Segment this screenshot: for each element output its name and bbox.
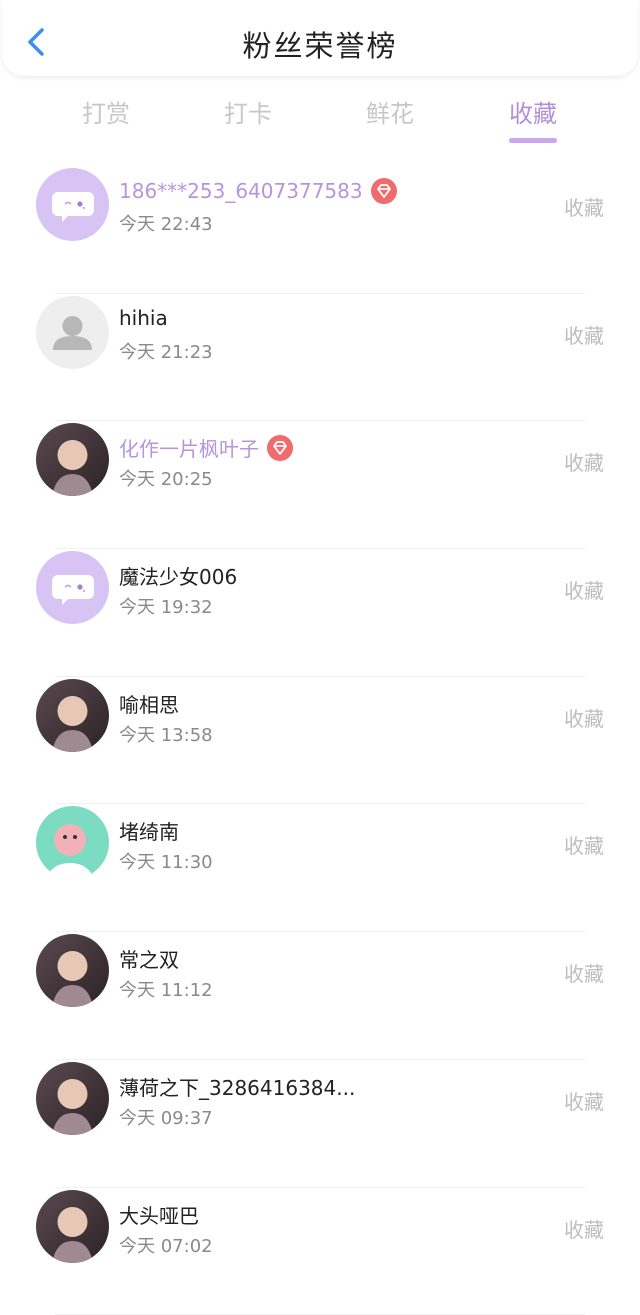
fan-name-row: 大头哑巴: [119, 1200, 199, 1229]
diamond-vip-icon: [267, 435, 293, 461]
fan-row[interactable]: 化作一片枫叶子今天 20:25 收藏: [0, 421, 640, 549]
fan-row[interactable]: hihia 今天 21:23 收藏: [0, 294, 640, 422]
fan-time: 今天 07:02: [119, 1232, 213, 1258]
tab-flowers[interactable]: 鲜花: [340, 94, 440, 129]
avatar[interactable]: [36, 423, 109, 496]
favorite-action-label: 收藏: [564, 1214, 604, 1243]
fan-name: 薄荷之下_3286416384...: [119, 1072, 355, 1101]
tab-favorites[interactable]: 收藏: [483, 94, 583, 129]
favorite-action-label: 收藏: [564, 320, 604, 349]
fan-row[interactable]: 薄荷之下_3286416384... 今天 09:37 收藏: [0, 1060, 640, 1188]
fan-name-row: 化作一片枫叶子: [119, 433, 293, 462]
fan-time: 今天 09:37: [119, 1104, 213, 1130]
fan-time: 今天 22:43: [119, 210, 213, 236]
fan-name-row: hihia: [119, 306, 168, 330]
tab-checkin[interactable]: 打卡: [198, 94, 298, 129]
fan-row[interactable]: 大头哑巴今天 07:02 收藏: [0, 1188, 640, 1315]
favorite-action-label: 收藏: [564, 703, 604, 732]
fan-name: 大头哑巴: [119, 1200, 199, 1229]
fan-name: 魔法少女006: [119, 561, 237, 590]
fan-row[interactable]: 堵绮南今天 11:30 收藏: [0, 804, 640, 932]
fan-name: 186***253_6407377583: [119, 179, 363, 203]
avatar[interactable]: [36, 296, 109, 369]
fan-time: 今天 21:23: [119, 338, 213, 364]
favorite-action-label: 收藏: [564, 192, 604, 221]
avatar[interactable]: [36, 934, 109, 1007]
fan-row[interactable]: 喻相思今天 13:58 收藏: [0, 677, 640, 805]
avatar[interactable]: [36, 679, 109, 752]
fan-name-row: 喻相思: [119, 689, 179, 718]
fan-name: 化作一片枫叶子: [119, 433, 259, 462]
fan-time: 今天 11:30: [119, 848, 213, 874]
fan-time: 今天 11:12: [119, 976, 213, 1002]
fan-name-row: 薄荷之下_3286416384...: [119, 1072, 355, 1101]
fan-name-row: 魔法少女006: [119, 561, 237, 590]
fan-name: 堵绮南: [119, 816, 179, 845]
avatar[interactable]: [36, 551, 109, 624]
tab-reward[interactable]: 打赏: [56, 94, 156, 129]
fan-row[interactable]: 常之双今天 11:12 收藏: [0, 932, 640, 1060]
active-tab-indicator: [509, 138, 557, 143]
fan-time: 今天 13:58: [119, 721, 213, 747]
avatar[interactable]: [36, 168, 109, 241]
favorite-action-label: 收藏: [564, 830, 604, 859]
favorite-action-label: 收藏: [564, 447, 604, 476]
fan-name: 常之双: [119, 944, 179, 973]
avatar[interactable]: [36, 1062, 109, 1135]
fan-row[interactable]: 186***253_6407377583 今天 22:43 收藏: [0, 166, 640, 294]
fan-time: 今天 19:32: [119, 593, 213, 619]
avatar[interactable]: [36, 806, 109, 879]
fan-name-row: 常之双: [119, 944, 179, 973]
fan-name: 喻相思: [119, 689, 179, 718]
tab-bar: 打赏 打卡 鲜花 收藏: [0, 94, 640, 150]
fan-name-row: 堵绮南: [119, 816, 179, 845]
diamond-vip-icon: [371, 178, 397, 204]
avatar[interactable]: [36, 1190, 109, 1263]
favorite-action-label: 收藏: [564, 958, 604, 987]
top-bar: 粉丝荣誉榜: [2, 0, 638, 76]
fan-name-row: 186***253_6407377583: [119, 178, 397, 204]
favorite-action-label: 收藏: [564, 575, 604, 604]
fan-list: 186***253_6407377583 今天 22:43 收藏 hihia 今天 21…: [0, 166, 640, 1315]
page-title: 粉丝荣誉榜: [2, 23, 638, 65]
fan-row[interactable]: 魔法少女006 今天 19:32 收藏: [0, 549, 640, 677]
fan-name: hihia: [119, 306, 168, 330]
fan-time: 今天 20:25: [119, 465, 213, 491]
favorite-action-label: 收藏: [564, 1086, 604, 1115]
